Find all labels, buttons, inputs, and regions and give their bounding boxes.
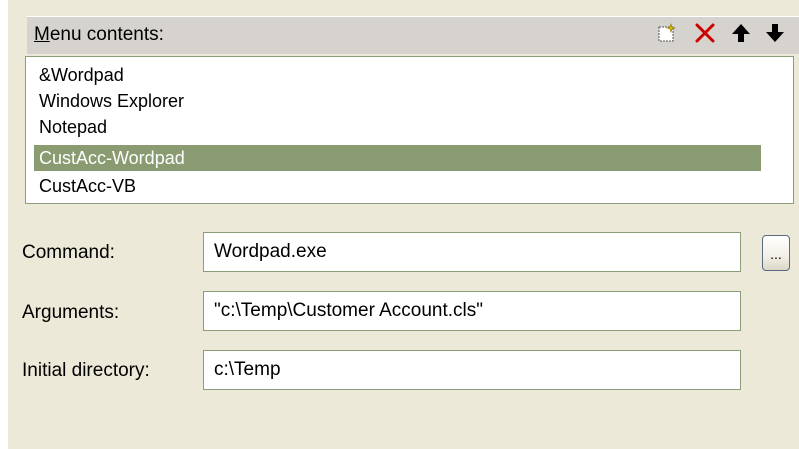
- new-item-icon: [656, 22, 678, 49]
- list-item[interactable]: &Wordpad: [34, 62, 124, 88]
- initial-directory-field[interactable]: c:\Temp: [203, 350, 741, 390]
- list-item[interactable]: Notepad: [34, 114, 107, 140]
- menu-contents-label-accelerator: M: [34, 24, 50, 45]
- delete-button[interactable]: [691, 21, 719, 49]
- arguments-field[interactable]: "c:\Temp\Customer Account.cls": [203, 291, 741, 331]
- menu-contents-label: Menu contents:: [34, 23, 164, 47]
- move-up-button[interactable]: [727, 21, 755, 49]
- new-item-button[interactable]: [653, 21, 681, 49]
- command-label: Command:: [22, 242, 115, 263]
- command-field[interactable]: Wordpad.exe: [203, 232, 741, 272]
- list-item-selected[interactable]: CustAcc-Wordpad: [34, 145, 761, 171]
- delete-icon: [693, 21, 717, 50]
- initial-directory-label: Initial directory:: [22, 360, 150, 381]
- menu-contents-label-text: enu contents:: [49, 24, 164, 45]
- list-item[interactable]: CustAcc-VB: [34, 173, 136, 199]
- move-up-icon: [730, 21, 752, 50]
- menu-contents-header: Menu contents:: [27, 16, 799, 54]
- move-down-button[interactable]: [761, 21, 789, 49]
- move-down-icon: [764, 21, 786, 50]
- browse-button[interactable]: ...: [762, 235, 790, 271]
- list-item[interactable]: Windows Explorer: [34, 88, 184, 114]
- arguments-label: Arguments:: [22, 302, 120, 323]
- menu-contents-list[interactable]: &Wordpad Windows Explorer Notepad CustAc…: [25, 56, 794, 204]
